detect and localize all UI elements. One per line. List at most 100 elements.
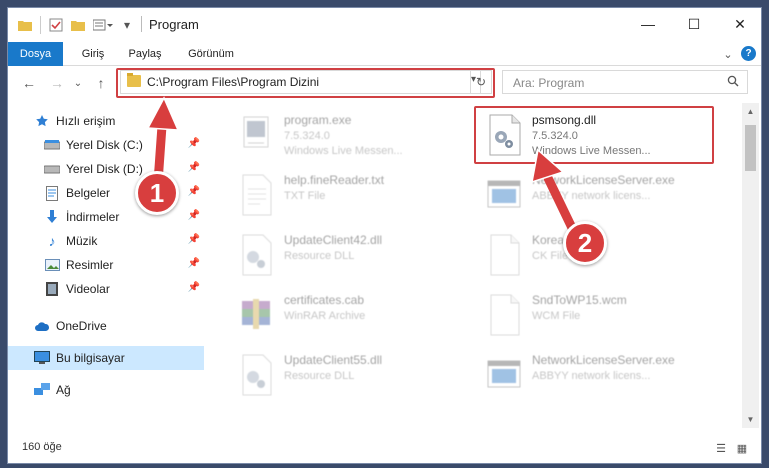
file-item[interactable]: UpdateClient42.dll Resource DLL: [234, 229, 474, 285]
file-item[interactable]: program.exe 7.5.324.0 Windows Live Messe…: [234, 109, 474, 165]
dll-gear-icon: [238, 233, 274, 277]
tab-home[interactable]: Giriş: [74, 42, 112, 66]
video-icon: [44, 281, 60, 297]
sidebar-item-downloads[interactable]: İndirmeler 📌: [8, 205, 204, 229]
cloud-icon: [34, 318, 50, 334]
sidebar-item-label: OneDrive: [56, 319, 107, 333]
item-count: 160 öğe: [22, 441, 62, 453]
exe-window-icon: [486, 353, 522, 397]
sidebar-item-videos[interactable]: Videolar 📌: [8, 277, 204, 301]
file-name: NetworkLicenseServer.exe: [532, 173, 675, 187]
sidebar-item-label: Videolar: [66, 282, 110, 296]
search-icon: [727, 75, 739, 90]
document-icon: [44, 185, 60, 201]
file-item[interactable]: certificates.cab WinRAR Archive: [234, 289, 474, 345]
forward-arrow-icon[interactable]: →: [48, 74, 66, 92]
file-name: UpdateClient42.dll: [284, 233, 383, 247]
new-folder-icon[interactable]: [70, 16, 86, 34]
sidebar-item-label: Bu bilgisayar: [56, 351, 125, 365]
file-item[interactable]: NetworkLicenseServer.exe ABBYY network l…: [482, 349, 722, 405]
back-arrow-icon[interactable]: ←: [20, 74, 38, 92]
blank-file-icon: [486, 233, 522, 277]
sidebar-item-label: Hızlı erişim: [56, 114, 116, 128]
file-highlight-box: [474, 106, 714, 164]
tiles-view-icon[interactable]: ▦: [734, 441, 750, 455]
window-title: Program: [149, 17, 199, 32]
sidebar-item-onedrive[interactable]: OneDrive: [8, 314, 204, 338]
address-highlight-box: [116, 68, 495, 98]
pin-icon[interactable]: 📌: [188, 138, 200, 149]
pin-icon[interactable]: 📌: [188, 234, 200, 245]
search-input[interactable]: Ara: Program: [502, 70, 748, 94]
sidebar-item-label: Yerel Disk (D:): [66, 162, 143, 176]
sidebar-item-label: Ağ: [56, 383, 71, 397]
file-name: program.exe: [284, 113, 352, 127]
folder-icon: [18, 16, 32, 34]
close-button[interactable]: ✕: [717, 8, 761, 40]
help-icon[interactable]: ?: [741, 46, 756, 61]
vertical-scrollbar[interactable]: ▲ ▼: [742, 103, 759, 428]
expand-ribbon-icon[interactable]: ⌄: [721, 46, 735, 62]
drive-icon: [44, 161, 60, 177]
pin-icon[interactable]: 📌: [188, 282, 200, 293]
file-type: Resource DLL: [284, 370, 355, 382]
file-name: help.fineReader.txt: [284, 173, 385, 187]
tab-share[interactable]: Paylaş: [122, 42, 168, 66]
file-item[interactable]: SndToWP15.wcm WCM File: [482, 289, 722, 345]
sidebar-item-label: Belgeler: [66, 186, 111, 200]
dll-gear-icon: [238, 353, 274, 397]
pin-icon[interactable]: 📌: [188, 258, 200, 269]
file-type: Resource DLL: [284, 250, 355, 262]
recent-locations-icon[interactable]: ⌄: [72, 74, 84, 92]
up-arrow-icon[interactable]: ↑: [92, 74, 110, 92]
scroll-down-icon[interactable]: ▼: [742, 411, 759, 428]
blank-file-icon: [486, 293, 522, 337]
scroll-up-icon[interactable]: ▲: [742, 103, 759, 120]
drive-icon: [44, 137, 60, 153]
maximize-button[interactable]: ☐: [671, 8, 717, 40]
pin-icon[interactable]: 📌: [188, 162, 200, 173]
file-type: TXT File: [284, 190, 326, 202]
download-icon: [44, 209, 60, 225]
sidebar-item-label: Resimler: [66, 258, 114, 272]
text-file-icon: [238, 173, 274, 217]
archive-icon: [238, 293, 274, 337]
pin-icon[interactable]: 📌: [188, 186, 200, 197]
file-type: WCM File: [532, 310, 581, 322]
sidebar-item-quick-access[interactable]: Hızlı erişim: [8, 109, 204, 133]
minimize-button[interactable]: —: [625, 8, 671, 40]
sidebar-item-network[interactable]: Ağ: [8, 378, 204, 402]
chevron-down-icon[interactable]: ▾: [120, 16, 134, 34]
status-bar: 160 öğe ☰ ▦: [8, 431, 761, 463]
file-name: SndToWP15.wcm: [532, 293, 627, 307]
file-description: ABBYY network licens...: [532, 190, 651, 202]
title-bar: ▾ Program — ☐ ✕: [8, 8, 761, 42]
navigation-pane: Hızlı erişim Yerel Disk (C:) 📌 Yerel Dis…: [8, 103, 206, 428]
title-separator: [141, 16, 142, 32]
file-name: certificates.cab: [284, 293, 365, 307]
file-description: Windows Live Messen...: [284, 145, 403, 157]
star-icon: [34, 113, 50, 129]
sidebar-item-this-pc[interactable]: Bu bilgisayar: [8, 346, 204, 370]
picture-icon: [44, 257, 60, 273]
exe-icon: [238, 113, 274, 157]
details-view-icon[interactable]: ☰: [713, 441, 729, 455]
pin-icon[interactable]: 📌: [188, 210, 200, 221]
sidebar-item-pictures[interactable]: Resimler 📌: [8, 253, 204, 277]
tab-view[interactable]: Görünüm: [180, 42, 242, 66]
music-icon: ♪: [48, 233, 56, 249]
properties-icon[interactable]: [48, 16, 64, 34]
file-item[interactable]: UpdateClient55.dll Resource DLL: [234, 349, 474, 405]
scroll-thumb[interactable]: [745, 125, 756, 171]
exe-window-icon: [486, 173, 522, 217]
sidebar-item-label: İndirmeler: [66, 210, 120, 224]
file-item[interactable]: help.fineReader.txt TXT File: [234, 169, 474, 225]
file-name: UpdateClient55.dll: [284, 353, 383, 367]
customize-qa-icon[interactable]: [92, 16, 114, 34]
file-item[interactable]: NetworkLicenseServer.exe ABBYY network l…: [482, 169, 722, 225]
computer-icon: [34, 350, 50, 366]
sidebar-item-disk-c[interactable]: Yerel Disk (C:) 📌: [8, 133, 204, 157]
callout-badge-2: 2: [563, 221, 607, 265]
sidebar-item-music[interactable]: ♪ Müzik 📌: [8, 229, 204, 253]
sidebar-item-disk-d[interactable]: Yerel Disk (D:) 📌: [8, 157, 204, 181]
